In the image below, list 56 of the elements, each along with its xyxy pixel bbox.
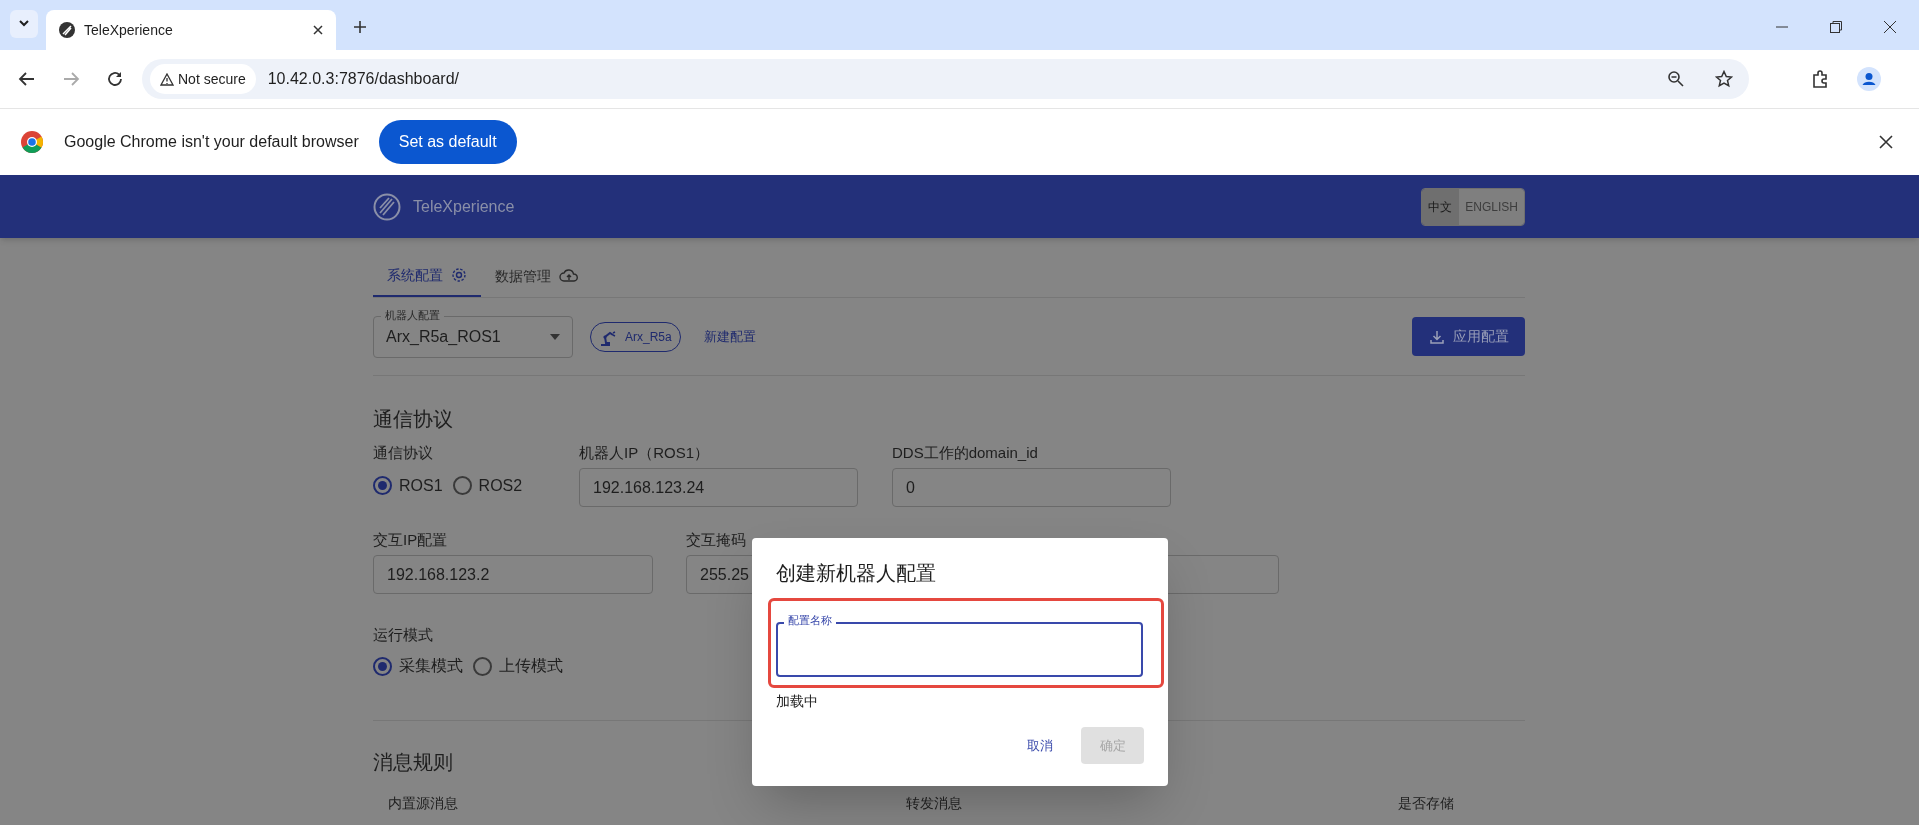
dialog-button[interactable]: 取消	[1013, 727, 1067, 764]
cloud-upload-icon	[559, 268, 579, 284]
warning-icon	[160, 72, 174, 86]
field-label: 通信协议	[373, 443, 433, 463]
new-config-link[interactable]: 新建配置	[703, 326, 1395, 347]
text-field[interactable]: 0	[892, 468, 1171, 507]
column-header: 是否存储	[1398, 795, 1454, 811]
reload-icon[interactable]	[106, 70, 124, 88]
language-toggle[interactable]: ENGLISH	[1458, 188, 1524, 225]
tab[interactable]: 数据管理	[481, 255, 593, 297]
apply-config-button[interactable]: 应用配置	[1412, 317, 1525, 356]
field-label: 机器人IP（ROS1）	[579, 443, 710, 463]
brand-title: TeleXperience	[413, 196, 516, 217]
field-label: 配置名称	[784, 612, 836, 629]
close-icon[interactable]	[1883, 20, 1897, 34]
radio-option[interactable]: 采集模式	[373, 654, 463, 678]
zoom-icon[interactable]	[1667, 70, 1685, 88]
restore-icon[interactable]	[1829, 20, 1843, 34]
loading-text: 加载中	[776, 692, 819, 711]
text-field[interactable]: 192.168.123.2	[373, 555, 653, 594]
caret-icon	[550, 333, 560, 340]
caret-icon	[18, 20, 30, 28]
profile-icon[interactable]	[1857, 67, 1881, 91]
settings-icon	[451, 267, 467, 283]
dialog-title: 创建新机器人配置	[776, 561, 937, 586]
browser-tab[interactable]: TeleXperience	[46, 10, 336, 50]
logo-icon	[58, 21, 76, 39]
infobar-message: Google Chrome isn't your default browser	[64, 132, 359, 152]
address-bar[interactable]: Not secure 10.42.0.3:7876/dashboard/	[142, 59, 1749, 99]
radio-option[interactable]: 上传模式	[473, 654, 563, 678]
set-default-button[interactable]: Set as default	[378, 120, 517, 164]
field-label: 交互IP配置	[373, 530, 448, 550]
back-icon[interactable]	[18, 70, 36, 88]
language-toggle[interactable]: 中文	[1422, 188, 1459, 225]
tab[interactable]: 系统配置	[373, 255, 481, 297]
column-header: 转发消息	[906, 795, 962, 811]
field-label: 运行模式	[373, 625, 433, 645]
text-field[interactable]: 192.168.123.24	[579, 468, 858, 507]
security-chip[interactable]: Not secure	[150, 64, 256, 94]
field-label: DDS工作的domain_id	[892, 443, 1038, 463]
url-text: 10.42.0.3:7876/dashboard/	[267, 69, 460, 89]
section-title: 消息规则	[373, 750, 453, 775]
tab-title: TeleXperience	[84, 20, 174, 40]
chrome-icon	[20, 130, 44, 154]
radio-option[interactable]: ROS1	[373, 473, 443, 498]
close-icon[interactable]	[1879, 135, 1893, 149]
download-icon	[1428, 328, 1445, 345]
field-label: 交互掩码	[686, 530, 746, 550]
radio-option[interactable]: ROS2	[452, 473, 523, 498]
new-tab-icon[interactable]	[352, 19, 368, 35]
column-header: 内置源消息	[388, 795, 458, 811]
star-icon[interactable]	[1715, 70, 1733, 88]
tab-search-button[interactable]	[10, 10, 38, 38]
close-icon[interactable]	[312, 24, 324, 36]
section-title: 通信协议	[373, 407, 453, 432]
logo-icon	[373, 192, 401, 221]
